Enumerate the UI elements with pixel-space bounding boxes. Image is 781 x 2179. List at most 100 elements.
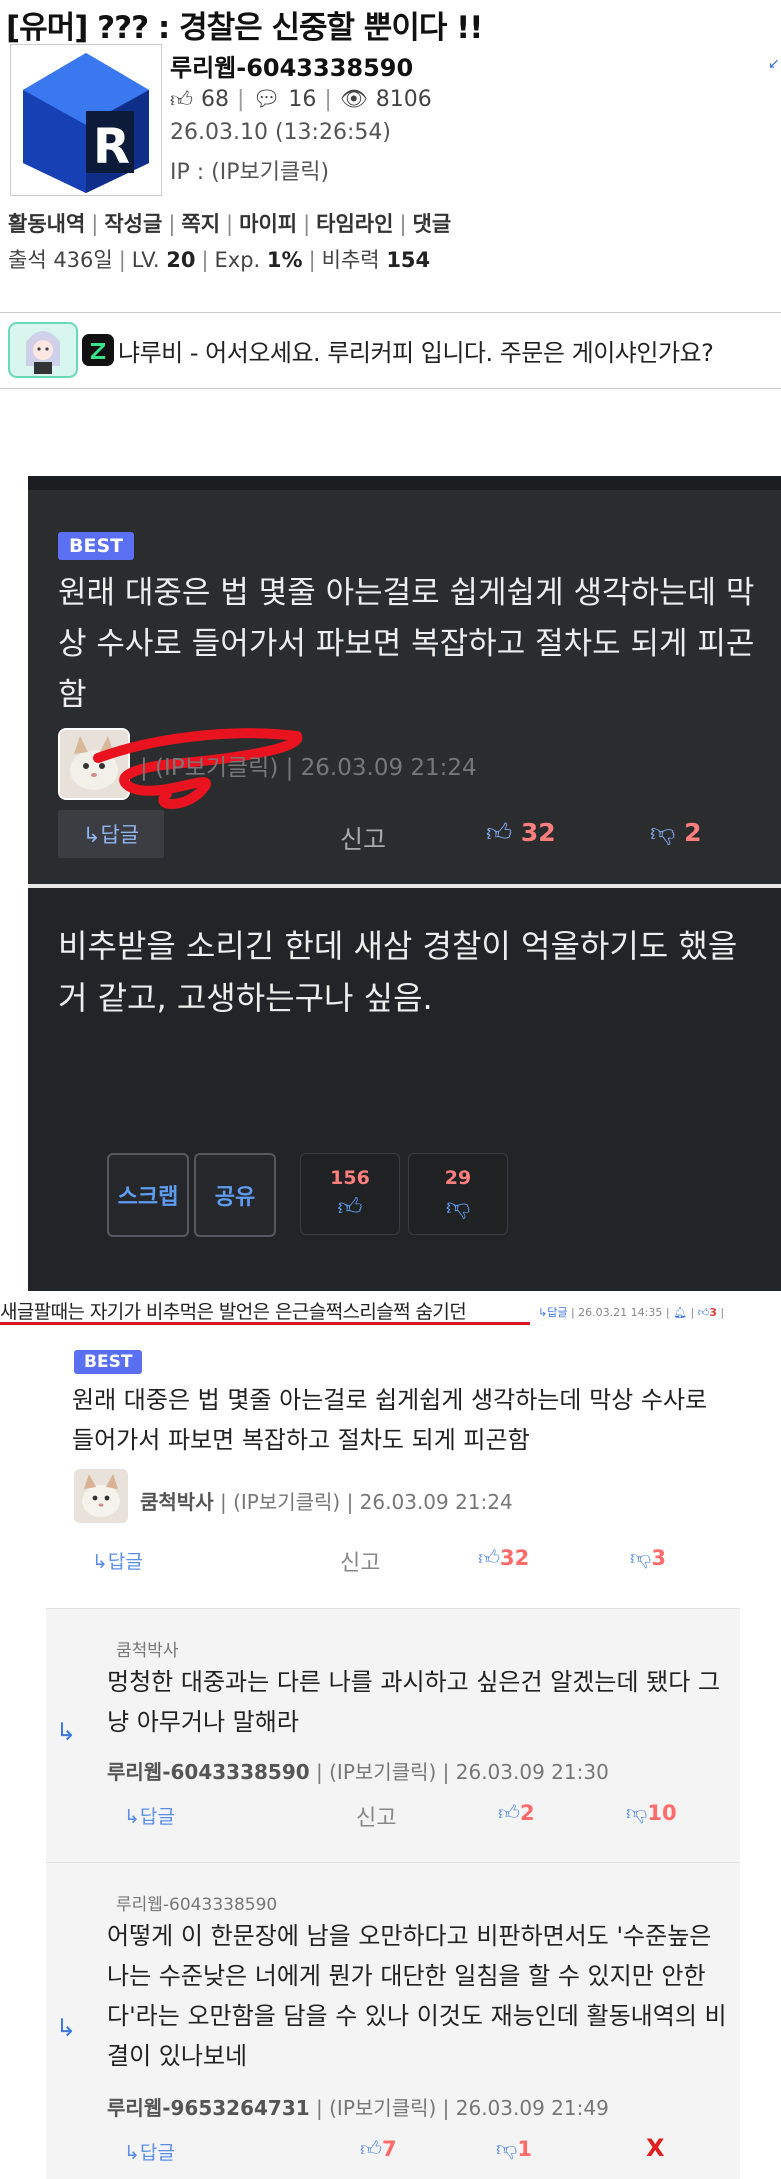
caption-reply[interactable]: ↳답글 bbox=[538, 1306, 567, 1319]
z-badge-icon bbox=[82, 334, 114, 366]
thumbs-down-icon: 👎︎ bbox=[445, 1192, 471, 1221]
downvote-count: 3 bbox=[651, 1546, 666, 1570]
reply-arrow-icon: ↳ bbox=[56, 1718, 77, 1746]
thumbs-up-icon[interactable]: 👍︎ bbox=[698, 1306, 710, 1319]
report-button[interactable]: 신고 bbox=[340, 820, 386, 856]
downvote-box[interactable]: 29 👎︎ bbox=[408, 1153, 508, 1235]
best-comment-meta: 쿰척박사 | (IP보기클릭) | 26.03.09 21:24 bbox=[140, 1486, 513, 1515]
upvote-count: 2 bbox=[519, 1801, 535, 1825]
post-title: [유머] ??? : 경찰은 신중할 뿐이다 !! bbox=[6, 10, 483, 46]
best-comment-author[interactable]: 쿰척박사 bbox=[140, 1490, 214, 1514]
thumbs-down-icon: 👎︎ bbox=[630, 1546, 652, 1570]
caption-up-count: 3 bbox=[709, 1306, 717, 1319]
upvote-button[interactable]: 👍︎ 32 bbox=[486, 818, 556, 848]
upvote-button[interactable]: 👍︎32 bbox=[478, 1545, 529, 1571]
menu-activity[interactable]: 활동내역 bbox=[8, 212, 85, 236]
thumbs-up-icon: 👍︎ bbox=[360, 2137, 382, 2161]
upvote-count: 7 bbox=[381, 2137, 397, 2161]
reply-meta: 루리웹-6043338590 | (IP보기클릭) | 26.03.09 21:… bbox=[107, 1756, 609, 1785]
reply-button[interactable]: ↳답글 bbox=[124, 2138, 175, 2165]
author-avatar[interactable]: R bbox=[10, 44, 162, 196]
dark-topbar bbox=[28, 476, 781, 490]
reply-button[interactable]: ↳답글 bbox=[58, 810, 164, 858]
welcome-message: 냐루비 - 어서오세요. 루리커피 입니다. 주문은 게이샤인가요? bbox=[118, 338, 714, 367]
mascot-icon bbox=[8, 322, 78, 378]
best-badge: BEST bbox=[74, 1350, 143, 1374]
comment-icon: 💬︎ bbox=[252, 87, 281, 112]
post-date: 26.03.10 (13:26:54) bbox=[170, 120, 391, 145]
level-value: 20 bbox=[166, 248, 196, 272]
cat-avatar-icon bbox=[74, 1469, 128, 1523]
bell-icon[interactable]: 🔔︎ bbox=[673, 1306, 687, 1319]
svg-text:R: R bbox=[93, 119, 130, 175]
best-comment-text: 원래 대중은 법 몇줄 아는걸로 쉽게쉽게 생각하는데 막상 수사로 들어가서 … bbox=[72, 1386, 708, 1454]
eye-icon: 👁︎ bbox=[339, 87, 368, 112]
delete-button[interactable]: X bbox=[646, 2134, 665, 2162]
report-button[interactable]: 신고 bbox=[340, 1545, 380, 1577]
downvote-button[interactable]: 👎︎3 bbox=[630, 1545, 666, 1571]
comment-count: 16 bbox=[288, 87, 317, 112]
ruliweb-logo-icon: R bbox=[23, 53, 149, 193]
upvote-total: 156 bbox=[330, 1166, 370, 1189]
best-badge: BEST bbox=[58, 532, 135, 560]
reply-text: 멍청한 대중과는 다른 나를 과시하고 싶은건 알겠는데 됐다 그냥 아무거나 … bbox=[107, 1668, 721, 1736]
thumbs-down-icon: 👎︎ bbox=[496, 2137, 518, 2161]
exp-label: Exp. bbox=[214, 248, 261, 272]
menu-message[interactable]: 쪽지 bbox=[181, 212, 220, 236]
reply-author[interactable]: 루리웹-6043338590 bbox=[107, 1760, 310, 1784]
profile-info: 출석 436일 | LV. 20 | Exp. 1% | 비추력 154 bbox=[8, 248, 431, 272]
thumbs-up-icon: 👍︎ bbox=[498, 1801, 520, 1825]
thumbs-up-icon: 👍︎ bbox=[486, 818, 513, 847]
comment-caption: 새글팔때는 자기가 비추먹은 발언은 은근슬쩍스리슬쩍 숨기던 bbox=[0, 1301, 467, 1323]
dislike-label: 비추력 bbox=[321, 248, 380, 272]
report-button[interactable]: 신고 bbox=[356, 1800, 396, 1832]
thumbs-down-icon: 👎︎ bbox=[626, 1801, 648, 1825]
thumbs-up-icon: 👍︎ bbox=[337, 1192, 363, 1221]
commenter-avatar[interactable] bbox=[74, 1469, 128, 1523]
reply-arrow-icon: ↳ bbox=[56, 2014, 77, 2042]
reply-meta: 루리웹-9653264731 | (IP보기클릭) | 26.03.09 21:… bbox=[107, 2092, 609, 2121]
menu-timeline[interactable]: 타임라인 bbox=[316, 212, 393, 236]
reply-meta-text: | (IP보기클릭) | 26.03.09 21:49 bbox=[316, 2096, 609, 2120]
downvote-count: 2 bbox=[684, 818, 702, 847]
reply-meta-text: | (IP보기클릭) | 26.03.09 21:30 bbox=[316, 1760, 609, 1784]
caption-meta: ↳답글 | 26.03.21 14:35 | 🔔︎ | 👍︎3 | bbox=[538, 1306, 725, 1319]
divider bbox=[0, 388, 781, 389]
downvote-count: 1 bbox=[517, 2137, 532, 2161]
reply-to-name: 쿰척박사 bbox=[116, 1641, 179, 1661]
level-label: LV. bbox=[131, 248, 160, 272]
dark-body-text: 비추받을 소리긴 한데 새삼 경찰이 억울하기도 했을 거 같고, 고생하는구나… bbox=[58, 927, 738, 1017]
downvote-button[interactable]: 👎︎10 bbox=[626, 1800, 677, 1826]
menu-comments[interactable]: 댓글 bbox=[413, 212, 452, 236]
downvote-button[interactable]: 👎︎1 bbox=[496, 2136, 532, 2162]
reply-button[interactable]: ↳답글 bbox=[124, 1802, 175, 1829]
post-ip[interactable]: IP : (IP보기클릭) bbox=[170, 154, 329, 186]
exp-value: 1% bbox=[266, 248, 303, 272]
reply-to-name: 루리웹-6043338590 bbox=[116, 1895, 278, 1915]
expand-arrow-icon[interactable]: ↙ bbox=[768, 56, 780, 72]
upvote-button[interactable]: 👍︎2 bbox=[498, 1800, 535, 1826]
profile-menu: 활동내역 | 작성글 | 쪽지 | 마이피 | 타임라인 | 댓글 bbox=[8, 212, 452, 236]
upvote-box[interactable]: 156 👍︎ bbox=[300, 1153, 400, 1235]
reply-author[interactable]: 루리웹-9653264731 bbox=[107, 2096, 310, 2120]
reply-text: 어떻게 이 한문장에 남을 오만하다고 비판하면서도 '수준높은 나는 수준낮은… bbox=[107, 1922, 727, 2070]
reply-button[interactable]: ↳답글 bbox=[92, 1547, 143, 1574]
scrap-button[interactable]: 스크랩 bbox=[107, 1153, 189, 1237]
thumbs-down-icon: 👎︎ bbox=[650, 818, 676, 847]
share-button[interactable]: 공유 bbox=[194, 1153, 276, 1237]
red-underline bbox=[0, 1322, 530, 1325]
upvote-button[interactable]: 👍︎7 bbox=[360, 2136, 397, 2162]
menu-mypi[interactable]: 마이피 bbox=[239, 212, 297, 236]
thumbs-up-icon: 👍︎ bbox=[478, 1546, 500, 1570]
caption-date: 26.03.21 14:35 bbox=[578, 1306, 663, 1319]
author-name[interactable]: 루리웹-6043338590 bbox=[170, 48, 413, 83]
downvote-button[interactable]: 👎︎ 2 bbox=[650, 818, 702, 848]
upvote-count: 32 bbox=[499, 1546, 530, 1570]
dark-best-comment: 원래 대중은 법 몇줄 아는걸로 쉽게쉽게 생각하는데 막상 수사로 들어가서 … bbox=[58, 575, 755, 713]
thumbs-up-icon: 👍︎ bbox=[170, 88, 193, 113]
menu-posts[interactable]: 작성글 bbox=[104, 212, 162, 236]
best-comment-meta-text: | (IP보기클릭) | 26.03.09 21:24 bbox=[219, 1490, 513, 1514]
post-stats: 👍︎ 68 | 💬︎ 16 | 👁︎ 8106 bbox=[170, 87, 432, 113]
upvote-count: 32 bbox=[520, 818, 556, 847]
dark-comment-meta: | (IP보기클릭) | 26.03.09 21:24 bbox=[140, 755, 477, 781]
